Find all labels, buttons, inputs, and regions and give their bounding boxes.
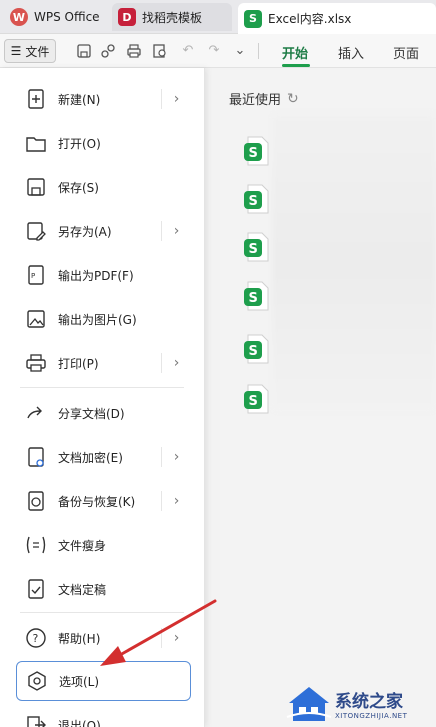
watermark-url: XITONGZHIJIA.NET — [335, 712, 408, 720]
watermark-title: 系统之家 — [335, 692, 403, 712]
annotation-arrow — [100, 599, 217, 666]
house-logo-icon — [286, 686, 332, 721]
site-watermark: 系统之家 XITONGZHIJIA.NET — [285, 680, 436, 727]
